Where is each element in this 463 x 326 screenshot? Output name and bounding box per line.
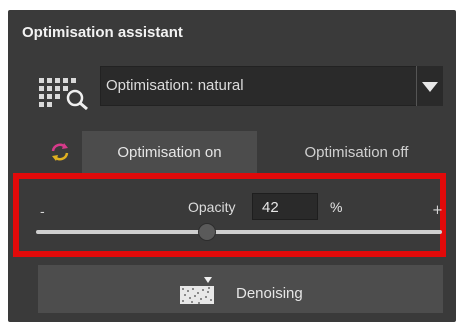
optimisation-on-button[interactable]: Optimisation on	[82, 131, 257, 173]
chevron-down-icon[interactable]	[416, 66, 443, 106]
opacity-unit: %	[330, 199, 343, 215]
opacity-value: 42	[262, 199, 279, 216]
opacity-label: Opacity	[188, 199, 236, 215]
optimisation-preset-icon	[39, 78, 88, 110]
opacity-slider-thumb[interactable]	[197, 223, 216, 241]
refresh-toggle-icon[interactable]	[49, 141, 71, 163]
opacity-min-label: -	[40, 205, 45, 220]
opacity-slider-track[interactable]	[36, 230, 442, 234]
optimisation-off-button[interactable]: Optimisation off	[270, 131, 443, 173]
opacity-max-label: +	[432, 203, 443, 218]
denoising-icon	[180, 277, 214, 304]
panel-title: Optimisation assistant	[22, 24, 183, 41]
highlight-frame	[13, 173, 446, 257]
denoising-label: Denoising	[236, 285, 303, 302]
optimisation-preset-value: Optimisation: natural	[106, 77, 244, 94]
